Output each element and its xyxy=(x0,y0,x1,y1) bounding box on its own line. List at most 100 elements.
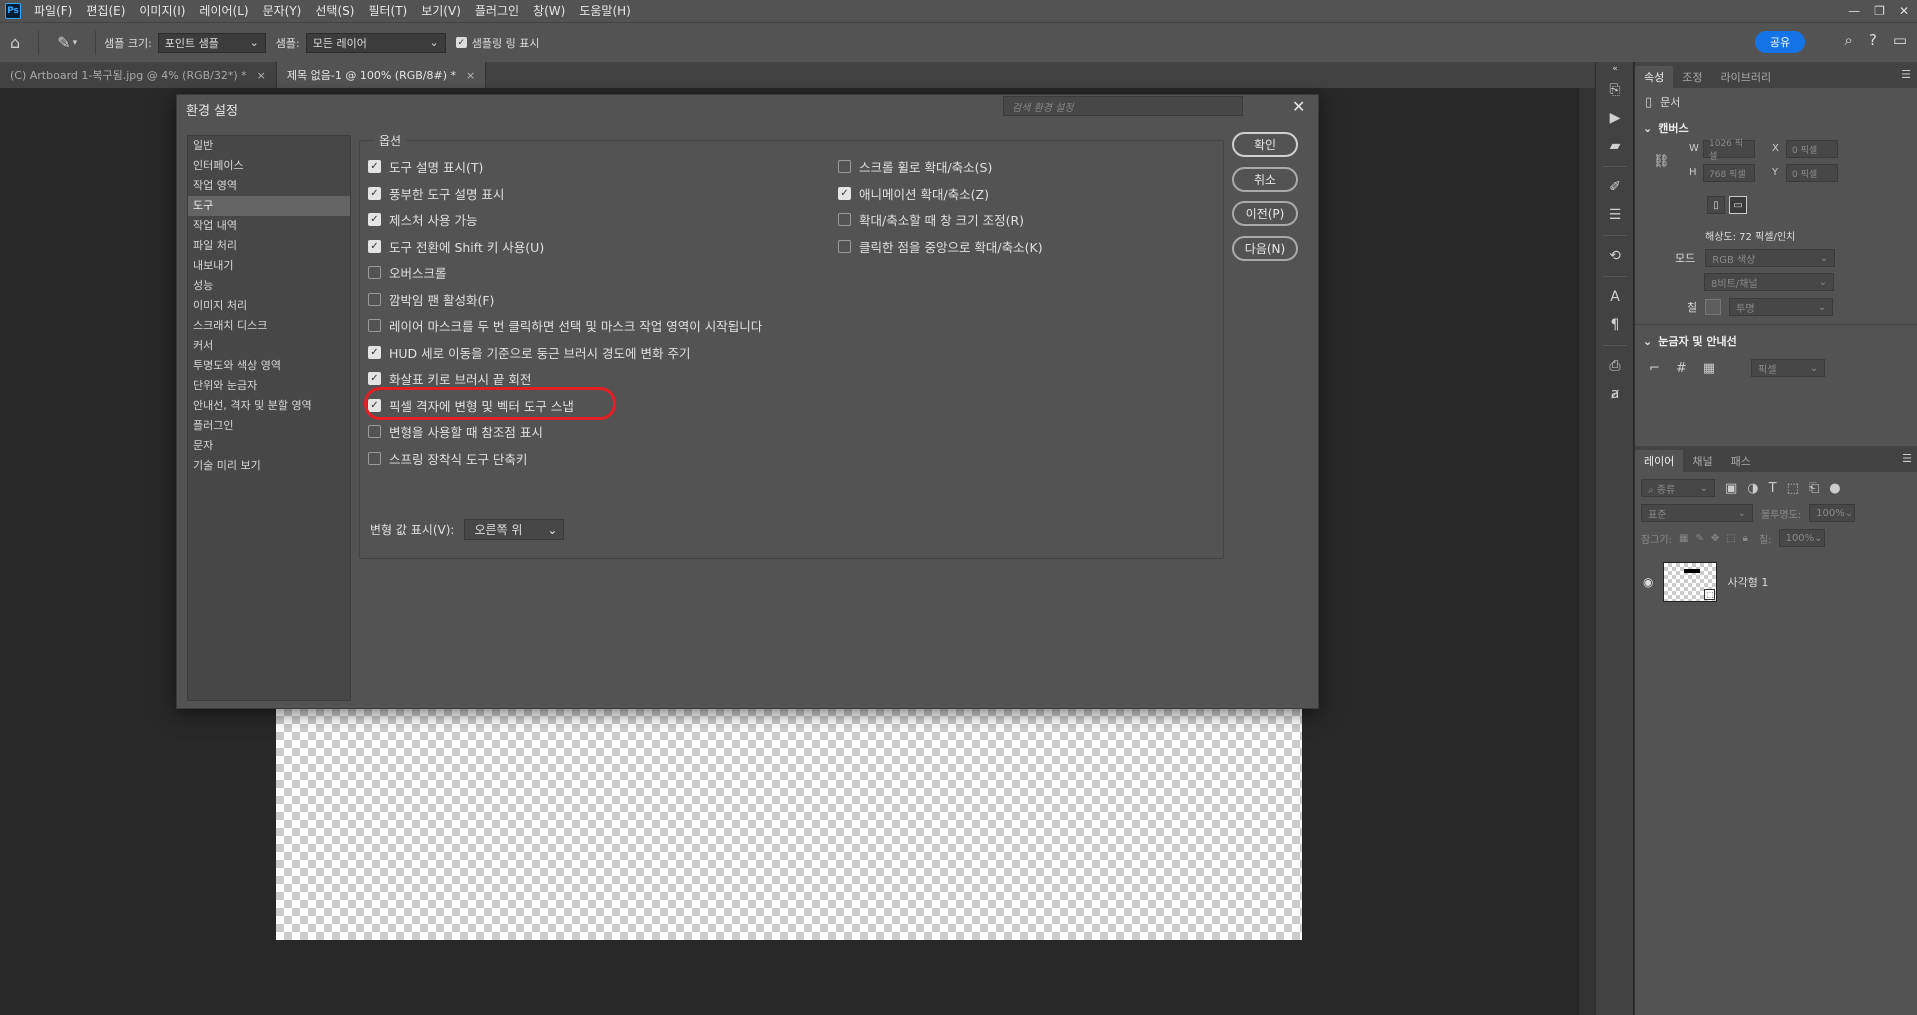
tab-adjustments[interactable]: 조정 xyxy=(1673,66,1711,88)
nav-transparency-gamut[interactable]: 투명도와 색상 영역 xyxy=(188,356,350,376)
clone-source-icon[interactable]: ⟲ xyxy=(1596,242,1634,270)
option-show-reference-point[interactable]: 변형을 사용할 때 참조점 표시 xyxy=(368,422,543,441)
menu-plugins[interactable]: 플러그인 xyxy=(468,0,526,22)
width-field[interactable]: 1026 픽셀 xyxy=(1703,139,1755,162)
filter-shape-icon[interactable]: ⬚ xyxy=(1787,481,1799,496)
previous-button[interactable]: 이전(P) xyxy=(1232,201,1298,226)
nav-general[interactable]: 일반 xyxy=(188,136,350,156)
nav-image-processing[interactable]: 이미지 처리 xyxy=(188,296,350,316)
grid-icon[interactable]: # xyxy=(1676,361,1687,376)
option-zoom-scroll-wheel[interactable]: 스크롤 휠로 확대/축소(S) xyxy=(838,157,992,176)
height-field[interactable]: 768 픽셀 xyxy=(1703,164,1755,182)
character-icon[interactable]: A xyxy=(1596,283,1634,311)
collapse-panels-icon[interactable]: « xyxy=(1596,62,1634,76)
panel-menu-icon[interactable]: ☰ xyxy=(1902,452,1912,465)
portrait-icon[interactable]: ▯ xyxy=(1707,196,1725,214)
document-canvas[interactable] xyxy=(276,708,1302,940)
nav-type[interactable]: 문자 xyxy=(188,436,350,456)
sample-size-select[interactable]: 포인트 샘플 ⌄ xyxy=(157,32,266,53)
layer-kind-select[interactable]: ⌕ 종류 ⌄ xyxy=(1641,479,1715,497)
menu-file[interactable]: 파일(F) xyxy=(27,0,79,22)
tab-untitled[interactable]: 제목 없음-1 @ 100% (RGB/8#) * × xyxy=(276,62,487,88)
home-icon[interactable]: ⌂ xyxy=(0,33,30,52)
paragraph-styles-icon[interactable]: ⎙ xyxy=(1596,352,1634,380)
option-zoom-resize-windows[interactable]: 확대/축소할 때 창 크기 조정(R) xyxy=(838,210,1024,229)
vertical-scrollbar[interactable] xyxy=(1578,88,1595,1015)
tab-properties[interactable]: 속성 xyxy=(1635,66,1674,88)
fill-swatch[interactable] xyxy=(1705,299,1722,315)
lock-artboard-icon[interactable]: ⬚ xyxy=(1726,533,1735,544)
sliders-icon[interactable]: ☰ xyxy=(1596,201,1634,229)
cancel-button[interactable]: 취소 xyxy=(1232,167,1298,192)
share-button[interactable]: 공유 xyxy=(1755,31,1805,53)
menu-select[interactable]: 선택(S) xyxy=(308,0,361,22)
nav-guides-grid-slices[interactable]: 안내선, 격자 및 분할 영역 xyxy=(188,396,350,416)
nav-history[interactable]: 작업 내역 xyxy=(188,216,350,236)
option-layer-mask-double-click[interactable]: 레이어 마스크를 두 번 클릭하면 선택 및 마스크 작업 영역이 시작됩니다 xyxy=(368,316,762,335)
fill-select[interactable]: 투명 ⌄ xyxy=(1729,298,1834,316)
visibility-eye-icon[interactable]: ◉ xyxy=(1643,575,1653,589)
show-sampling-ring-checkbox[interactable]: ✓ 샘플링 링 표시 xyxy=(455,35,539,51)
sample-select[interactable]: 모든 레이어 ⌄ xyxy=(305,32,446,53)
search-icon[interactable]: ⌕ xyxy=(1844,31,1852,49)
nav-interface[interactable]: 인터페이스 xyxy=(188,156,350,176)
menu-layer[interactable]: 레이어(L) xyxy=(192,0,255,22)
option-show-tooltips[interactable]: ✓ 도구 설명 표시(T) xyxy=(368,157,483,176)
nav-file-handling[interactable]: 파일 처리 xyxy=(188,236,350,256)
option-zoom-clicked-point[interactable]: 클릭한 점을 중앙으로 확대/축소(K) xyxy=(838,237,1043,256)
menu-image[interactable]: 이미지(I) xyxy=(132,0,192,22)
ok-button[interactable]: 확인 xyxy=(1232,132,1298,157)
tab-paths[interactable]: 패스 xyxy=(1722,450,1760,472)
minimize-icon[interactable]: — xyxy=(1848,4,1860,18)
option-animated-zoom[interactable]: ✓ 애니메이션 확대/축소(Z) xyxy=(838,184,989,203)
brush-settings-icon[interactable]: ✐ xyxy=(1596,173,1634,201)
menu-view[interactable]: 보기(V) xyxy=(414,0,468,22)
rulers-section-title[interactable]: ⌄ 눈금자 및 안내선 xyxy=(1635,329,1917,353)
nav-tools[interactable]: 도구 xyxy=(188,196,350,216)
lock-transparent-icon[interactable]: ▦ xyxy=(1679,533,1688,544)
close-icon[interactable]: ✕ xyxy=(1292,97,1305,116)
lock-position-icon[interactable]: ✥ xyxy=(1711,533,1719,544)
layer-item[interactable]: ◉ ⬚ 사각형 1 xyxy=(1635,556,1917,608)
nav-plugins[interactable]: 플러그인 xyxy=(188,416,350,436)
chevron-down-icon[interactable]: ▾ xyxy=(73,38,88,48)
lock-all-icon[interactable]: 🔒︎ xyxy=(1743,533,1748,544)
filter-smart-object-icon[interactable]: ⎗ xyxy=(1809,481,1819,496)
option-enable-gestures[interactable]: ✓ 제스처 사용 가능 xyxy=(368,210,477,229)
paragraph-icon[interactable]: ¶ xyxy=(1596,311,1634,339)
nav-workspace[interactable]: 작업 영역 xyxy=(188,176,350,196)
menu-window[interactable]: 창(W) xyxy=(526,0,572,22)
filter-pixel-icon[interactable]: ▣ xyxy=(1725,481,1737,496)
nav-units-rulers[interactable]: 단위와 눈금자 xyxy=(188,376,350,396)
option-hud-brush-hardness[interactable]: ✓ HUD 세로 이동을 기준으로 둥근 브러시 경도에 변화 주기 xyxy=(368,343,690,362)
history-icon[interactable]: ⎘ xyxy=(1596,76,1634,104)
menu-filter[interactable]: 필터(T) xyxy=(361,0,414,22)
landscape-icon[interactable]: ▭ xyxy=(1729,196,1747,214)
option-snap-pixel-grid[interactable]: ✓ 픽셀 격자에 변형 및 벡터 도구 스냅 xyxy=(368,396,574,415)
filter-adjustment-icon[interactable]: ◑ xyxy=(1747,481,1758,496)
nav-technology-previews[interactable]: 기술 미리 보기 xyxy=(188,456,350,476)
help-icon[interactable]: ? xyxy=(1869,31,1877,49)
nav-cursors[interactable]: 커서 xyxy=(188,336,350,356)
menu-edit[interactable]: 편집(E) xyxy=(79,0,132,22)
play-actions-icon[interactable]: ▶ xyxy=(1596,104,1634,132)
nav-export[interactable]: 내보내기 xyxy=(188,256,350,276)
link-icon[interactable]: ⛓ xyxy=(1653,154,1670,169)
option-flick-panning[interactable]: 깜박임 팬 활성화(F) xyxy=(368,290,494,309)
option-shift-tool-switch[interactable]: ✓ 도구 전환에 Shift 키 사용(U) xyxy=(368,237,544,256)
option-rich-tooltips[interactable]: ✓ 풍부한 도구 설명 표시 xyxy=(368,184,504,203)
panel-menu-icon[interactable]: ☰ xyxy=(1901,68,1911,81)
opacity-field[interactable]: 100% ⌄ xyxy=(1809,504,1856,522)
restore-icon[interactable]: ❐ xyxy=(1874,4,1885,18)
bit-depth-select[interactable]: 8비트/채널 ⌄ xyxy=(1704,273,1834,291)
nav-scratch-disks[interactable]: 스크래치 디스크 xyxy=(188,316,350,336)
menu-help[interactable]: 도움말(H) xyxy=(572,0,638,22)
menu-type[interactable]: 문자(Y) xyxy=(256,0,309,22)
comments-icon[interactable]: ▰ xyxy=(1596,132,1634,160)
preferences-search-input[interactable]: 검색 환경 설정 xyxy=(1003,96,1243,116)
tab-layers[interactable]: 레이어 xyxy=(1635,450,1684,472)
fill-opacity-field[interactable]: 100% ⌄ xyxy=(1778,529,1825,547)
tab-artboard[interactable]: (C) Artboard 1-복구됨.jpg @ 4% (RGB/32*) * … xyxy=(0,62,277,88)
eyedropper-tool-icon[interactable]: ✎ xyxy=(47,33,72,52)
close-window-icon[interactable]: ✕ xyxy=(1899,4,1909,18)
